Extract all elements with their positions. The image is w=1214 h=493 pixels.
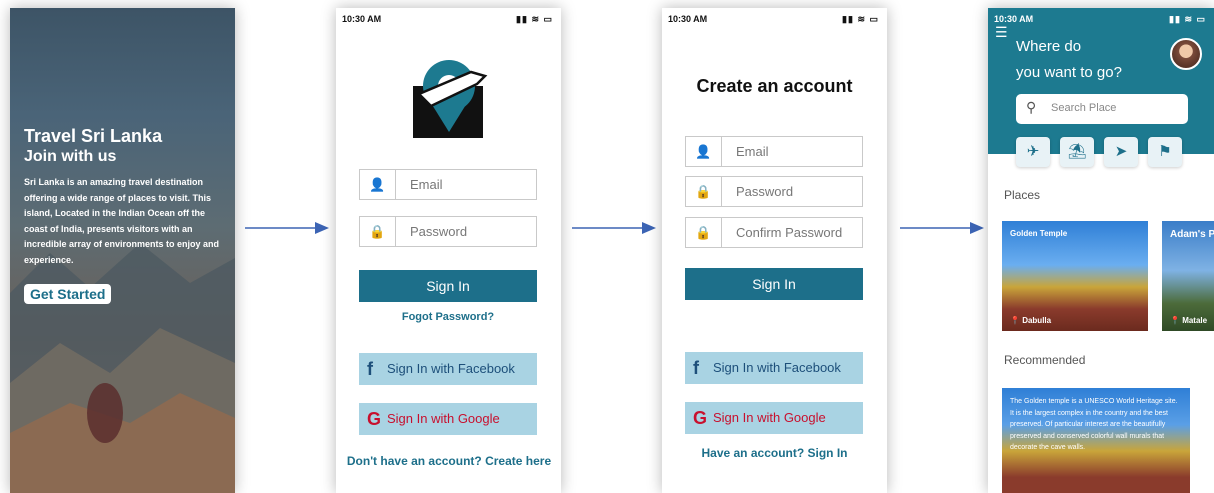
status-icons: ▮▮ ≋ ▭ — [516, 14, 553, 24]
place-card[interactable]: Golden Temple 📍 Dabulla — [1002, 221, 1148, 331]
place-card[interactable]: Adam's P 📍 Matale — [1162, 221, 1214, 331]
google-icon: G — [367, 409, 382, 429]
user-icon: 👤 — [360, 170, 396, 199]
google-signin-button[interactable]: G Sign In with Google — [359, 403, 537, 435]
sign-in-button[interactable]: Sign In — [685, 268, 863, 300]
splash-screen: Travel Sri Lanka Join with us Sri Lanka … — [10, 8, 235, 493]
recommended-card[interactable]: The Golden temple is a UNESCO World Heri… — [1002, 388, 1190, 493]
place-location: 📍 Matale — [1170, 316, 1208, 325]
flow-arrow-2 — [572, 222, 656, 234]
password-placeholder: Password — [410, 224, 468, 239]
email-field[interactable]: 👤 Email — [359, 169, 537, 200]
register-screen: 10:30 AM ▮▮ ≋ ▭ Create an account 👤 Emai… — [662, 8, 887, 493]
beach-category-icon[interactable]: ⛱ — [1060, 137, 1094, 167]
password-field[interactable]: 🔒 Password — [685, 176, 863, 207]
splash-title: Travel Sri Lanka — [24, 126, 163, 146]
confirm-password-field[interactable]: 🔒 Confirm Password — [685, 217, 863, 248]
page-title: Create an account — [696, 76, 853, 96]
search-input[interactable]: ⚲ Search Place — [1016, 94, 1188, 124]
place-name: Adam's P — [1170, 229, 1214, 240]
search-icon: ⚲ — [1026, 99, 1037, 115]
password-field[interactable]: 🔒 Password — [359, 216, 537, 247]
forgot-password-link[interactable]: Fogot Password? — [359, 311, 537, 323]
menu-icon[interactable]: ☰ — [995, 24, 1008, 41]
confirm-password-placeholder: Confirm Password — [736, 225, 843, 240]
mountain-photo — [10, 243, 235, 493]
screens-canvas: Travel Sri Lanka Join with us Sri Lanka … — [0, 0, 1214, 493]
flight-category-icon[interactable]: ✈ — [1016, 137, 1050, 167]
get-started-button[interactable]: Get Started — [24, 284, 112, 304]
google-signin-button[interactable]: G Sign In with Google — [685, 402, 863, 434]
lock-icon: 🔒 — [360, 217, 396, 246]
status-time: 10:30 AM — [994, 14, 1034, 24]
password-placeholder: Password — [736, 184, 794, 199]
status-icons: ▮▮ ≋ ▭ — [1169, 14, 1206, 24]
sign-in-button[interactable]: Sign In — [359, 270, 537, 302]
home-screen: 10:30 AM ▮▮ ≋ ▭ ☰ Where do you want to g… — [988, 8, 1214, 493]
splash-description: Sri Lanka is an amazing travel destinati… — [24, 177, 220, 265]
status-bar: 10:30 AM ▮▮ ≋ ▭ — [668, 14, 879, 26]
facebook-label: Sign In with Facebook — [713, 360, 841, 375]
avatar[interactable] — [1170, 38, 1202, 70]
facebook-icon: f — [367, 359, 373, 379]
place-location-text: Dabulla — [1022, 316, 1052, 325]
flow-arrow-1 — [245, 222, 329, 234]
create-account-link[interactable]: Don't have an account? Create here — [340, 454, 558, 468]
flow-arrow-3 — [900, 222, 984, 234]
header-question-line1: Where do — [1016, 38, 1082, 55]
status-time: 10:30 AM — [668, 14, 708, 24]
place-location: 📍 Dabulla — [1010, 316, 1052, 325]
google-icon: G — [693, 408, 708, 428]
google-label: Sign In with Google — [713, 410, 826, 425]
place-name: Golden Temple — [1010, 229, 1068, 238]
facebook-icon: f — [693, 358, 699, 378]
user-icon: 👤 — [686, 137, 722, 166]
splash-subtitle: Join with us — [24, 148, 117, 165]
recommended-description: The Golden temple is a UNESCO World Heri… — [1010, 398, 1178, 451]
home-header — [988, 8, 1214, 154]
header-question-line2: you want to go? — [1016, 64, 1122, 81]
status-bar: 10:30 AM ▮▮ ≋ ▭ — [994, 14, 1206, 26]
places-heading: Places — [1004, 188, 1041, 202]
email-placeholder: Email — [410, 177, 443, 192]
email-placeholder: Email — [736, 144, 769, 159]
status-icons: ▮▮ ≋ ▭ — [842, 14, 879, 24]
lock-icon: 🔒 — [686, 177, 722, 206]
facebook-signin-button[interactable]: f Sign In with Facebook — [685, 352, 863, 384]
app-logo-icon — [413, 60, 488, 138]
navigation-category-icon[interactable]: ➤ — [1104, 137, 1138, 167]
facebook-label: Sign In with Facebook — [387, 361, 515, 376]
email-field[interactable]: 👤 Email — [685, 136, 863, 167]
recommended-heading: Recommended — [1004, 353, 1086, 367]
status-bar: 10:30 AM ▮▮ ≋ ▭ — [342, 14, 553, 26]
facebook-signin-button[interactable]: f Sign In with Facebook — [359, 353, 537, 385]
lock-icon: 🔒 — [686, 218, 722, 247]
google-label: Sign In with Google — [387, 411, 500, 426]
status-time: 10:30 AM — [342, 14, 382, 24]
search-placeholder: Search Place — [1051, 102, 1117, 114]
have-account-link[interactable]: Have an account? Sign In — [662, 446, 887, 460]
sign-in-screen: 10:30 AM ▮▮ ≋ ▭ 👤 Email 🔒 Password Sign … — [336, 8, 561, 493]
location-category-icon[interactable]: ⚑ — [1148, 137, 1182, 167]
place-location-text: Matale — [1182, 316, 1208, 325]
